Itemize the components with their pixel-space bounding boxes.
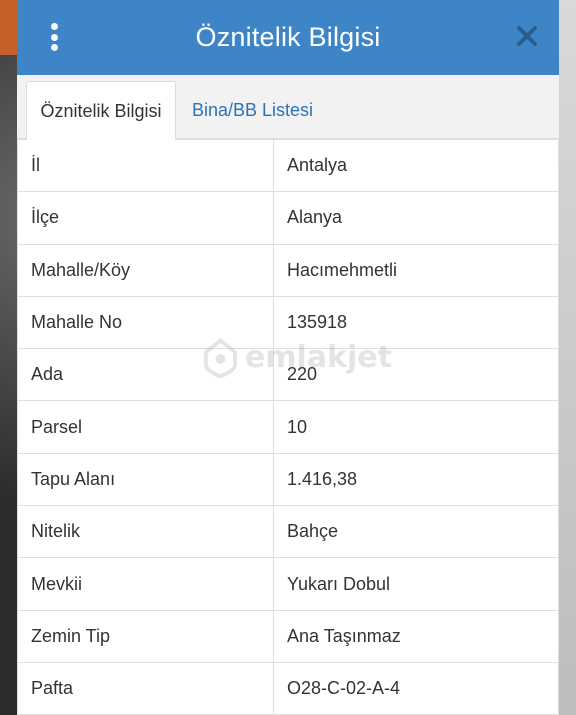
watermark-logo: emlakjet [202, 335, 392, 380]
tab-building-list[interactable]: Bina/BB Listesi [192, 81, 313, 139]
attribute-info-dialog: Öznitelik Bilgisi Öznitelik Bilgisi Bina… [17, 0, 559, 715]
attribute-value: O28-C-02-A-4 [273, 661, 559, 715]
table-row: İl Antalya [17, 138, 559, 193]
attribute-key: Parsel [17, 400, 274, 454]
attribute-value: 10 [273, 400, 559, 454]
attribute-key: Nitelik [17, 505, 274, 559]
tab-bar: Öznitelik Bilgisi Bina/BB Listesi [17, 75, 559, 140]
table-row: Zemin Tip Ana Taşınmaz [17, 609, 559, 663]
attribute-value: Hacımehmetli [273, 243, 559, 297]
attribute-value: Bahçe [273, 505, 559, 559]
kebab-menu-icon[interactable] [47, 23, 61, 51]
table-row: Parsel 10 [17, 400, 559, 454]
attribute-key: Pafta [17, 661, 274, 715]
attribute-key: Mahalle/Köy [17, 243, 274, 297]
close-icon[interactable] [515, 24, 539, 48]
attribute-key: Zemin Tip [17, 609, 274, 663]
table-row: İlçe Alanya [17, 191, 559, 245]
attribute-value: Yukarı Dobul [273, 557, 559, 611]
attribute-key: İlçe [17, 191, 274, 245]
home-pin-icon [203, 337, 237, 379]
tab-attribute-info[interactable]: Öznitelik Bilgisi [26, 81, 176, 140]
attribute-key: Tapu Alanı [17, 452, 274, 507]
attribute-key: Mevkii [17, 557, 274, 611]
map-background-edge [558, 0, 576, 715]
attribute-key: İl [17, 138, 274, 193]
attribute-value: Alanya [273, 191, 559, 245]
watermark-text: emlakjet [244, 340, 392, 375]
attribute-table: İl Antalya İlçe Alanya Mahalle/Köy Hacımehmet… [17, 138, 559, 715]
attribute-value: Antalya [273, 138, 559, 193]
table-row: Mahalle/Köy Hacımehmetli [17, 243, 559, 297]
table-row: Mevkii Yukarı Dobul [17, 557, 559, 611]
table-row: Tapu Alanı 1.416,38 [17, 452, 559, 507]
attribute-value: Ana Taşınmaz [273, 609, 559, 663]
table-row: Pafta O28-C-02-A-4 [17, 661, 559, 715]
attribute-value: 1.416,38 [273, 452, 559, 507]
table-row: Nitelik Bahçe [17, 505, 559, 559]
dialog-title: Öznitelik Bilgisi [195, 22, 381, 52]
dialog-header: Öznitelik Bilgisi [17, 0, 559, 75]
